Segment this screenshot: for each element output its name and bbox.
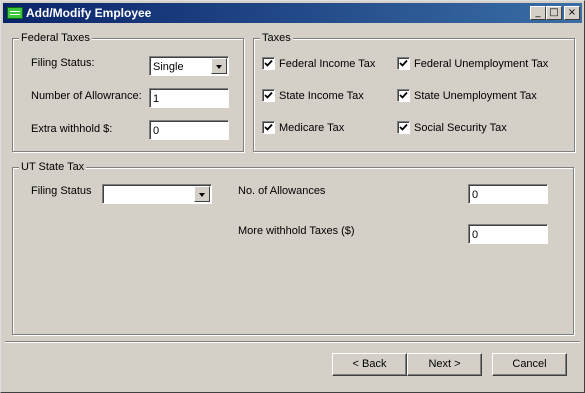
checkmark-icon — [399, 123, 408, 131]
more-withhold-value: 0 — [472, 229, 479, 241]
federal-unemployment-tax-label: Federal Unemployment Tax — [414, 58, 549, 70]
state-income-tax-label: State Income Tax — [279, 90, 364, 102]
cancel-button[interactable]: Cancel — [492, 353, 567, 376]
medicare-tax-checkbox[interactable] — [262, 121, 275, 134]
state-filing-status-label: Filing Status — [31, 185, 92, 197]
state-allowances-value: 0 — [472, 189, 479, 201]
federal-income-tax-checkbox[interactable] — [262, 57, 275, 70]
window-title: Add/Modify Employee — [26, 6, 152, 20]
taxes-legend: Taxes — [260, 32, 293, 44]
checkmark-icon — [264, 91, 273, 99]
button-separator — [5, 341, 580, 343]
state-allowances-label: No. of Allowances — [238, 185, 326, 197]
more-withhold-label: More withhold Taxes ($) — [238, 225, 355, 237]
app-icon — [7, 7, 23, 19]
dialog-window: Add/Modify Employee _ □ × Federal Taxes … — [0, 0, 585, 393]
back-button-label: < Back — [352, 358, 387, 370]
back-button[interactable]: < Back — [332, 353, 407, 376]
checkmark-icon — [399, 59, 408, 67]
allowance-input[interactable]: 1 — [149, 88, 229, 108]
federal-unemployment-tax-checkbox[interactable] — [397, 57, 410, 70]
federal-taxes-legend: Federal Taxes — [19, 32, 92, 44]
checkmark-icon — [399, 91, 408, 99]
federal-taxes-group: Federal Taxes Filing Status: Single Numb… — [12, 32, 244, 152]
state-unemployment-tax-checkbox[interactable] — [397, 89, 410, 102]
social-security-tax-label: Social Security Tax — [414, 122, 507, 134]
medicare-tax-label: Medicare Tax — [279, 122, 345, 134]
state-unemployment-tax-label: State Unemployment Tax — [414, 90, 537, 102]
state-income-tax-checkbox[interactable] — [262, 89, 275, 102]
federal-filing-status-select[interactable]: Single — [149, 56, 229, 76]
minimize-button[interactable]: _ — [530, 6, 546, 20]
allowance-label: Number of Allowrance: — [31, 90, 142, 102]
state-filing-status-select[interactable] — [102, 184, 212, 204]
extra-withhold-label: Extra withhold $: — [31, 123, 113, 135]
social-security-tax-checkbox[interactable] — [397, 121, 410, 134]
title-bar[interactable]: Add/Modify Employee _ □ × — [3, 3, 582, 23]
chevron-down-icon[interactable] — [194, 186, 210, 202]
close-button[interactable]: × — [564, 6, 580, 20]
federal-income-tax-label: Federal Income Tax — [279, 58, 376, 70]
taxes-group: Taxes Federal Income Tax Federal Unemplo… — [253, 32, 575, 152]
state-allowances-input[interactable]: 0 — [468, 184, 548, 204]
federal-filing-status-value: Single — [153, 61, 184, 73]
extra-withhold-value: 0 — [153, 125, 160, 137]
ut-state-tax-group: UT State Tax Filing Status No. of Allowa… — [12, 161, 574, 335]
checkmark-icon — [264, 123, 273, 131]
chevron-down-icon[interactable] — [211, 58, 227, 74]
checkmark-icon — [264, 59, 273, 67]
next-button-label: Next > — [428, 358, 461, 370]
ut-state-tax-legend: UT State Tax — [19, 161, 87, 173]
next-button[interactable]: Next > — [407, 353, 482, 376]
cancel-button-label: Cancel — [512, 358, 547, 370]
extra-withhold-input[interactable]: 0 — [149, 120, 229, 140]
allowance-value: 1 — [153, 93, 160, 105]
more-withhold-input[interactable]: 0 — [468, 224, 548, 244]
maximize-button[interactable]: □ — [546, 6, 562, 20]
federal-filing-status-label: Filing Status: — [31, 57, 95, 69]
